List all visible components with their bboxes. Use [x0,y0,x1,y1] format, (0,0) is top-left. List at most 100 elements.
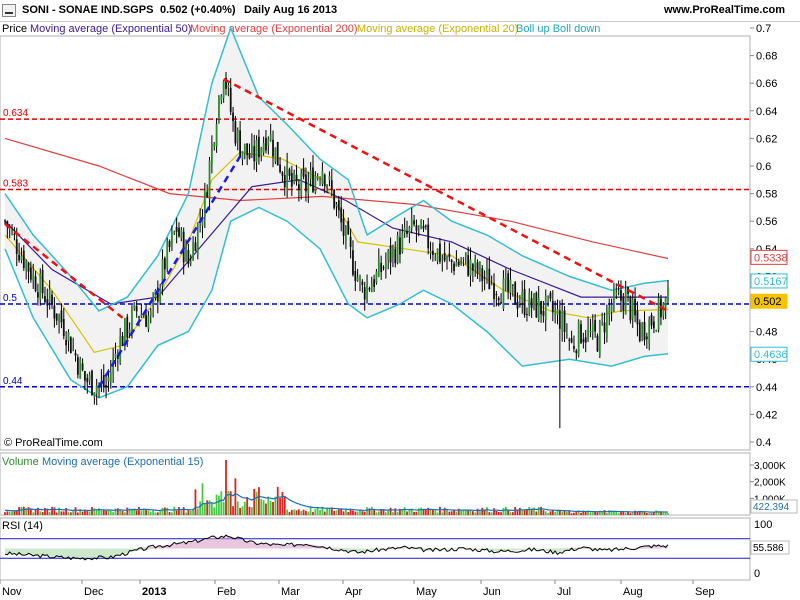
candle-body [535,292,538,318]
candle-body [500,301,502,304]
price-chart[interactable]: 0.40.420.440.460.480.50.520.540.560.580.… [0,0,800,600]
level-label: 0.634 [3,108,28,119]
volume-bar [511,512,514,515]
volume-bar [622,511,625,515]
volume-bar [467,510,470,515]
volume-bar [279,498,281,515]
volume-bar [11,511,13,515]
volume-bar [149,511,152,515]
volume-bar [518,507,521,515]
candle-body [227,85,230,87]
volume-bar [67,512,70,515]
volume-bar [523,509,526,515]
volume-bar [648,513,651,515]
candle-body [138,316,140,318]
candle-body [636,310,639,325]
volume-bar [413,511,415,515]
candle-body [377,258,380,277]
volume-bar [434,510,437,515]
candle-body [394,248,397,264]
volume-bar [429,510,432,515]
volume-bar [528,506,531,515]
candle-body [314,175,317,193]
candle-body [596,335,599,352]
candle-body [436,248,439,262]
volume-bar [448,511,451,515]
candle-body [495,293,498,296]
volume-bar [241,506,244,515]
candle-body [476,262,479,274]
volume-bar [596,512,599,515]
candle-body [279,164,281,172]
volume-bar [15,510,18,515]
volume-bar [504,506,507,515]
candle-body [629,296,632,321]
value-tag-label: 0.502 [754,296,782,308]
volume-bar [603,510,606,515]
volume-bar [356,511,359,515]
candle-body [250,144,253,156]
candle-body [479,262,481,273]
candle-body [175,226,178,232]
candle-body [399,237,401,255]
volume-bar [288,511,291,515]
candle-body [300,173,303,196]
volume-bar [312,511,314,515]
candle-body [67,332,70,342]
level-label: 0.44 [3,376,23,387]
candle-body [91,370,93,396]
candle-body [79,358,82,379]
candle-body [655,330,658,332]
volume-bar [549,511,552,515]
candle-body [135,305,138,312]
candle-body [471,264,474,271]
volume-bar [39,511,42,515]
candle-body [340,207,343,223]
volume-bar [258,487,260,515]
candle-body [469,259,472,276]
candle-body [337,200,340,211]
candle-body [180,230,183,239]
candle-body [13,233,16,235]
volume-bar [112,512,115,515]
volume-bar [220,491,223,515]
volume-bar [210,502,213,515]
candle-body [417,225,420,227]
candle-body [441,258,444,260]
candle-body [276,142,279,166]
volume-bar [436,512,439,515]
candle-body [222,81,225,98]
candle-body [333,189,336,209]
volume-bar [267,496,270,515]
candle-body [189,261,192,264]
volume-bar [173,506,176,515]
candle-body [262,143,265,153]
candle-body [121,335,124,346]
volume-bar [406,511,408,515]
candle-body [27,262,30,272]
volume-bar [366,507,368,515]
candle-body [241,151,244,160]
volume-bar [196,508,199,515]
volume-bar [119,509,122,515]
candle-body [109,372,112,382]
volume-bar [20,506,23,515]
candle-body [554,310,557,316]
volume-bar [441,512,444,515]
volume-bar [605,513,608,515]
volume-bar [274,496,277,515]
candle-body [544,295,547,321]
candle-body [613,288,615,304]
candle-body [594,319,597,332]
volume-bar [352,510,354,515]
volume-bar [323,511,326,515]
volume-bar [239,508,242,515]
volume-bar [305,510,307,515]
value-tag-label: 0.5338 [754,252,788,264]
volume-bar [424,509,427,515]
volume-bar [389,507,392,515]
volume-bar [260,499,263,515]
candle-body [347,220,350,235]
candle-body [163,258,166,270]
candle-body [580,324,582,344]
